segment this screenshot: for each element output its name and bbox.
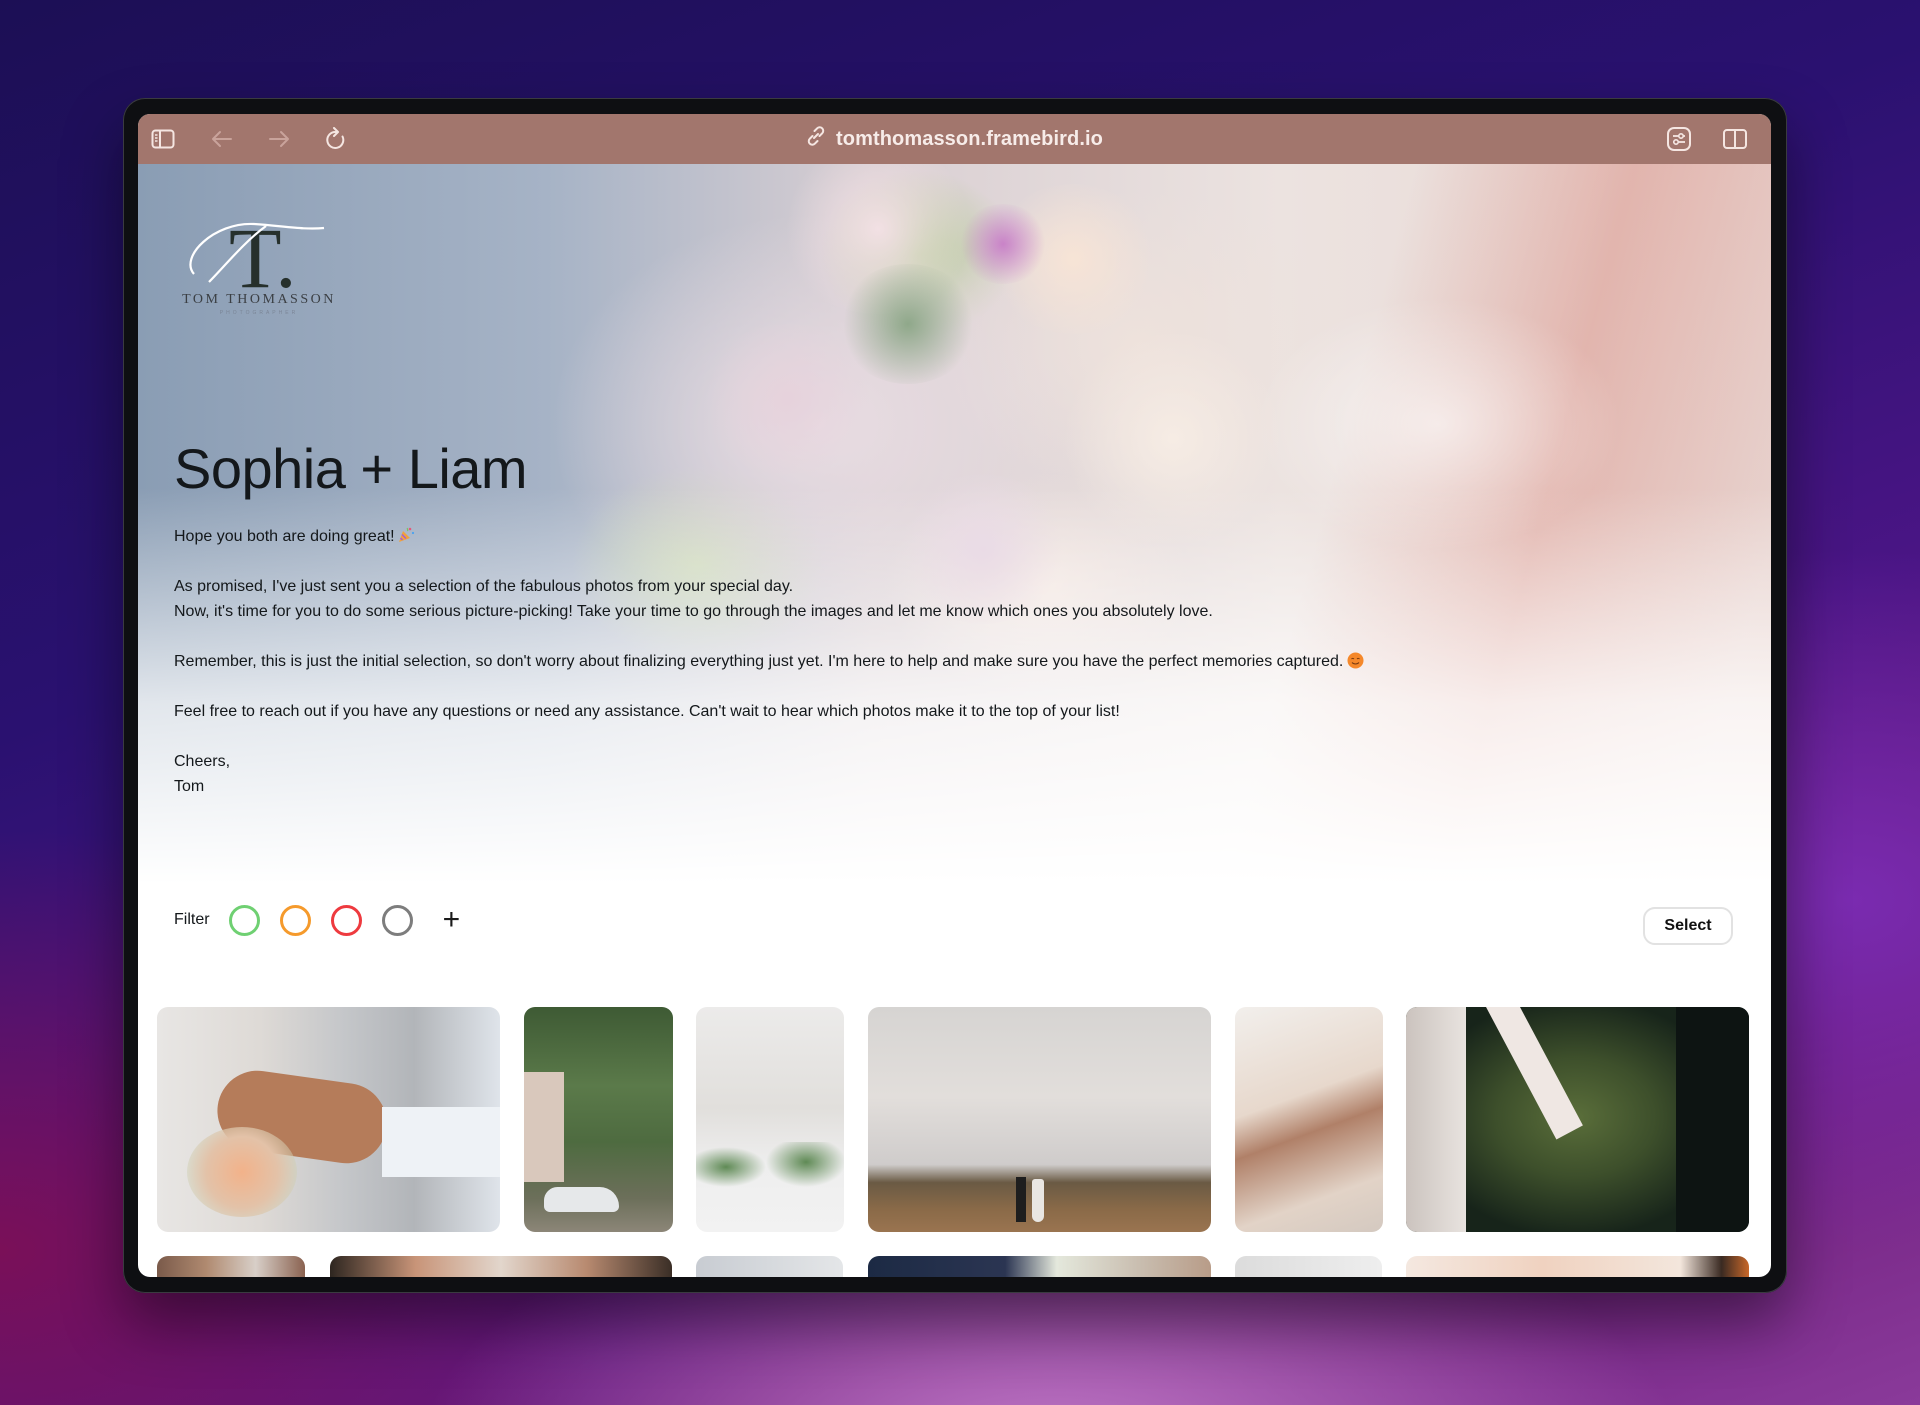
gallery-title: Sophia + Liam: [174, 437, 528, 500]
browser-viewport: tomthomasson.framebird.io T. TOM THOMASS…: [138, 114, 1771, 1277]
browser-window: tomthomasson.framebird.io T. TOM THOMASS…: [123, 98, 1787, 1293]
photo-detail: [524, 1072, 564, 1182]
filter-bar: Filter +: [174, 900, 460, 940]
photo-tile[interactable]: [868, 1256, 1211, 1277]
photo-tile[interactable]: [1235, 1007, 1383, 1232]
photo-detail: [1406, 1007, 1466, 1232]
monogram-icon: T.: [189, 210, 325, 306]
photo-detail: [382, 1107, 500, 1177]
photo-detail: [1676, 1007, 1749, 1232]
link-icon: [806, 125, 826, 153]
message-paragraph: Remember, this is just the initial selec…: [174, 653, 1344, 670]
message-signature: Tom: [174, 778, 205, 795]
photo-tile[interactable]: [157, 1256, 305, 1277]
filter-red-button[interactable]: [330, 904, 362, 936]
photo-tile[interactable]: [524, 1007, 673, 1232]
address-bar[interactable]: tomthomasson.framebird.io: [138, 114, 1771, 164]
logo-name: TOM THOMASSON: [182, 292, 336, 307]
hero-flower: [1058, 334, 1288, 544]
message-paragraph: Feel free to reach out if you have any q…: [174, 703, 1120, 720]
welcome-message: Hope you both are doing great! As promis…: [174, 524, 1474, 799]
photo-detail: [1016, 1177, 1026, 1222]
photo-tile[interactable]: [1235, 1256, 1382, 1277]
message-signoff: Cheers,: [174, 753, 231, 770]
photo-detail: [1486, 1007, 1583, 1140]
split-view-icon[interactable]: [1722, 127, 1748, 151]
settings-sliders-icon[interactable]: [1666, 127, 1692, 151]
filter-gray-button[interactable]: [381, 904, 413, 936]
logo-subtitle: PHOTOGRAPHER: [219, 310, 299, 316]
photo-detail: [187, 1127, 297, 1217]
smiling-face-icon: [1347, 652, 1364, 669]
party-popper-icon: [397, 526, 415, 544]
photo-tile[interactable]: [157, 1007, 500, 1232]
url-text: tomthomasson.framebird.io: [836, 127, 1103, 150]
browser-toolbar: tomthomasson.framebird.io: [138, 114, 1771, 164]
hero-leaves: [838, 264, 978, 384]
photo-tile[interactable]: [1406, 1256, 1749, 1277]
photo-detail: [1032, 1179, 1044, 1222]
brand-logo: T. TOM THOMASSON PHOTOGRAPHER: [174, 210, 344, 322]
select-button[interactable]: Select: [1643, 907, 1733, 945]
add-filter-button[interactable]: +: [443, 905, 461, 935]
photo-tile[interactable]: [696, 1256, 843, 1277]
hero-flower: [958, 204, 1048, 284]
filter-label: Filter: [174, 911, 210, 928]
message-paragraph: Now, it's time for you to do some seriou…: [174, 603, 1213, 620]
message-greeting: Hope you both are doing great!: [174, 528, 395, 545]
photo-tile[interactable]: [1406, 1007, 1749, 1232]
photo-detail: [696, 1142, 844, 1192]
hero-banner: T. TOM THOMASSON PHOTOGRAPHER Sophia + L…: [138, 164, 1771, 884]
photo-detail: [544, 1187, 619, 1212]
filter-orange-button[interactable]: [279, 904, 311, 936]
photo-tile[interactable]: [330, 1256, 672, 1277]
photo-tile[interactable]: [696, 1007, 844, 1232]
filter-green-button[interactable]: [228, 904, 260, 936]
photo-tile[interactable]: [868, 1007, 1211, 1232]
message-paragraph: As promised, I've just sent you a select…: [174, 578, 794, 595]
